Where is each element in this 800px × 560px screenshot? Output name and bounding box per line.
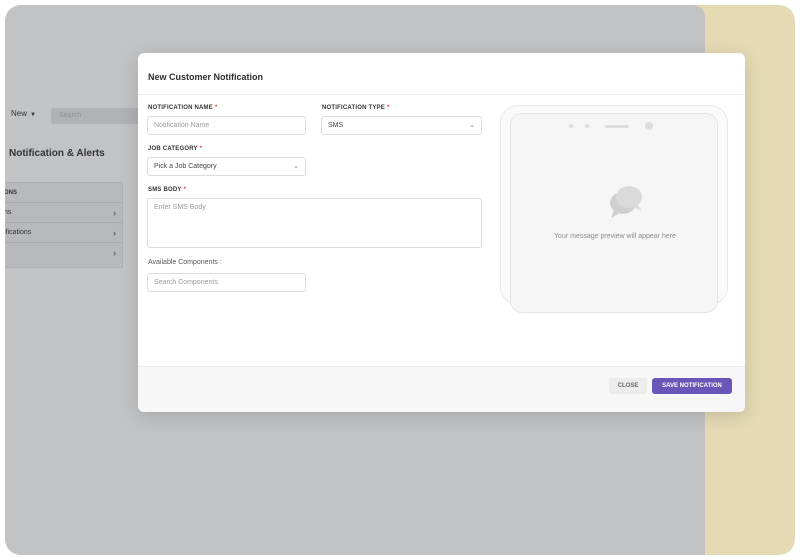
job-category-label-text: JOB CATEGORY xyxy=(148,146,198,152)
phone-camera-icon xyxy=(645,122,653,130)
panel-item-1[interactable]: ns › xyxy=(5,203,122,223)
notification-type-value: SMS xyxy=(328,122,344,129)
new-notification-modal: New Customer Notification NOTIFICATION N… xyxy=(138,53,745,412)
search-components-input[interactable]: Search Components xyxy=(147,273,306,292)
app-search-input[interactable]: Search xyxy=(51,108,141,124)
page-title: Notification & Alerts xyxy=(9,148,105,159)
notification-type-label: NOTIFICATION TYPE * xyxy=(322,105,390,111)
screenshot-frame: New ▼ Search Notification & Alerts ONS ns… xyxy=(5,5,795,555)
sms-body-textarea[interactable]: Enter SMS Body xyxy=(147,198,482,248)
save-notification-button[interactable]: SAVE NOTIFICATION xyxy=(652,378,732,394)
panel-item-3[interactable]: › xyxy=(5,243,122,263)
modal-footer: CLOSE SAVE NOTIFICATION xyxy=(138,366,745,412)
new-button-label: New xyxy=(11,109,28,118)
modal-header: New Customer Notification xyxy=(138,53,745,95)
phone-sensor-icon xyxy=(569,124,573,128)
caret-down-icon: ▼ xyxy=(30,112,36,118)
notifications-panel: ONS ns › ifications › › xyxy=(5,182,123,268)
notification-type-label-text: NOTIFICATION TYPE xyxy=(322,105,385,111)
required-marker: * xyxy=(214,105,218,111)
panel-header: ONS xyxy=(5,183,122,203)
panel-item-label: ns xyxy=(5,209,12,216)
available-components-label: Available Components : xyxy=(148,259,222,266)
panel-header-label: ONS xyxy=(5,190,18,196)
required-marker: * xyxy=(199,146,203,152)
phone-speaker-icon xyxy=(605,125,629,128)
chevron-down-icon: ⌄ xyxy=(469,122,475,129)
new-button[interactable]: New ▼ xyxy=(11,109,36,118)
job-category-label: JOB CATEGORY * xyxy=(148,146,202,152)
chevron-right-icon: › xyxy=(113,248,116,258)
phone-screen: Your message preview will appear here xyxy=(510,113,718,313)
sms-body-label: SMS BODY * xyxy=(148,187,186,193)
modal-title: New Customer Notification xyxy=(148,72,264,82)
sms-preview-phone: Your message preview will appear here xyxy=(500,105,728,313)
phone-notch xyxy=(563,121,667,131)
close-button[interactable]: CLOSE xyxy=(609,378,647,394)
required-marker: * xyxy=(386,105,390,111)
chevron-right-icon: › xyxy=(113,228,116,238)
phone-sensor-icon xyxy=(585,124,589,128)
notification-name-label-text: NOTIFICATION NAME xyxy=(148,105,213,111)
chat-bubbles-icon xyxy=(610,186,642,218)
preview-placeholder-text: Your message preview will appear here xyxy=(554,233,676,240)
notification-type-select[interactable]: SMS ⌄ xyxy=(321,116,482,135)
panel-item-label: ifications xyxy=(5,229,32,236)
notification-name-input[interactable]: Notification Name xyxy=(147,116,306,135)
required-marker: * xyxy=(183,187,187,193)
job-category-value: Pick a Job Category xyxy=(154,163,217,170)
panel-item-2[interactable]: ifications › xyxy=(5,223,122,243)
notification-name-label: NOTIFICATION NAME * xyxy=(148,105,218,111)
chevron-right-icon: › xyxy=(113,208,116,218)
sms-body-label-text: SMS BODY xyxy=(148,187,182,193)
job-category-select[interactable]: Pick a Job Category ⌄ xyxy=(147,157,306,176)
chevron-down-icon: ⌄ xyxy=(293,163,299,170)
